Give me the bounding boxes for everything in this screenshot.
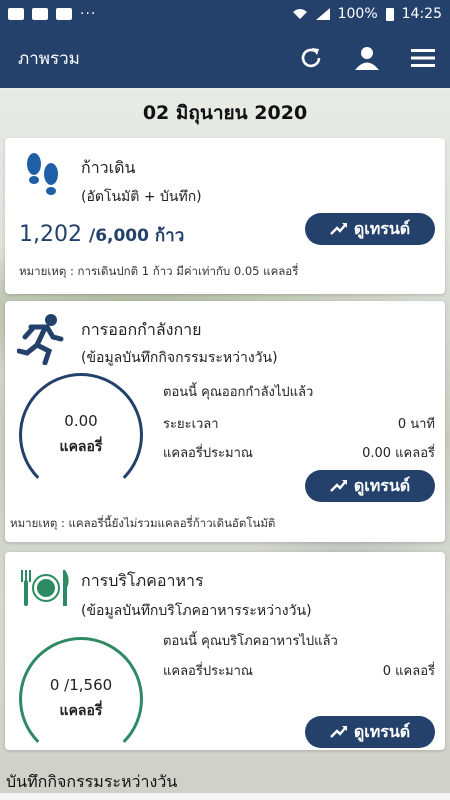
- status-bar: ··· 100% 14:25: [0, 0, 450, 28]
- food-trend-button[interactable]: ดูเทรนด์: [305, 716, 435, 748]
- trend-icon: [329, 223, 347, 235]
- exercise-card[interactable]: การออกกำลังกาย (ข้อมูลบันทึกกิจกรรมระหว่…: [5, 301, 445, 542]
- food-calorie-ring: 0 /1,560 แคลอรี่: [19, 637, 143, 761]
- menu-icon[interactable]: [410, 47, 436, 69]
- food-calorie-label: แคลอรี่ประมาณ: [163, 664, 253, 679]
- profile-icon[interactable]: [354, 45, 380, 71]
- exercise-calorie-value: 0.00: [64, 412, 98, 430]
- wifi-icon: [292, 9, 307, 19]
- daily-activity-section-title: บันทึกกิจกรรมระหว่างวัน: [6, 772, 178, 791]
- food-heading: ตอนนี้ คุณบริโภคอาหารไปแล้ว: [163, 634, 338, 649]
- duration-value: 0 นาที: [397, 417, 435, 432]
- plate-cutlery-icon: [21, 570, 69, 606]
- exercise-duration-row: ระยะเวลา 0 นาที: [163, 413, 435, 434]
- food-subtitle: (ข้อมูลบันทึกบริโภคอาหารระหว่างวัน): [81, 603, 312, 619]
- refresh-icon[interactable]: [298, 45, 324, 71]
- food-calorie-value: 0 /1,560: [49, 676, 113, 694]
- steps-trend-button[interactable]: ดูเทรนด์: [305, 213, 435, 245]
- signal-icon: [315, 8, 330, 20]
- exercise-calorie-unit: แคลอรี่: [59, 439, 103, 455]
- food-calorie-amount: 0 แคลอรี่: [382, 664, 435, 679]
- steps-card[interactable]: ก้าวเดิน (อัตโนมัติ + บันทึก) 1,202 /6,0…: [5, 138, 445, 294]
- bottom-divider: [0, 793, 450, 800]
- page-title: ภาพรวม: [18, 48, 80, 69]
- clock: 14:25: [401, 6, 442, 22]
- app-bar: ภาพรวม: [0, 28, 450, 88]
- trend-icon: [329, 726, 347, 738]
- battery-percent: 100%: [337, 6, 378, 22]
- steps-note: หมายเหตุ : การเดินปกติ 1 ก้าว มีค่าเท่าก…: [19, 264, 299, 278]
- trend-label: ดูเทรนด์: [353, 475, 411, 495]
- exercise-heading: ตอนนี้ คุณออกกำลังไปแล้ว: [163, 385, 314, 400]
- youtube-icon: [32, 8, 48, 20]
- more-notifications-icon: ···: [80, 6, 97, 22]
- trend-icon: [329, 480, 347, 492]
- calorie-value: 0.00 แคลอรี่: [362, 446, 435, 461]
- footprints-icon: [27, 153, 58, 195]
- calorie-label: แคลอรี่ประมาณ: [163, 446, 253, 461]
- food-calorie-row: แคลอรี่ประมาณ 0 แคลอรี่: [163, 660, 435, 681]
- trend-label: ดูเทรนด์: [353, 218, 411, 238]
- exercise-calorie-ring: 0.00 แคลอรี่: [19, 373, 143, 497]
- exercise-subtitle: (ข้อมูลบันทึกกิจกรรมระหว่างวัน): [81, 350, 278, 366]
- steps-title: ก้าวเดิน: [81, 158, 136, 177]
- food-calorie-unit: แคลอรี่: [59, 703, 103, 719]
- steps-current: 1,202: [19, 222, 82, 247]
- trend-label: ดูเทรนด์: [353, 721, 411, 741]
- food-title: การบริโภคอาหาร: [81, 571, 204, 590]
- current-date: 02 มิถุนายน 2020: [142, 102, 308, 124]
- message-icon: [8, 8, 24, 20]
- exercise-note: หมายเหตุ : แคลอรี่นี้ยังไม่รวมแคลอรี่ก้า…: [10, 516, 276, 530]
- food-card[interactable]: การบริโภคอาหาร (ข้อมูลบันทึกบริโภคอาหารร…: [5, 552, 445, 761]
- duration-label: ระยะเวลา: [163, 417, 219, 432]
- exercise-title: การออกกำลังกาย: [81, 320, 202, 339]
- activity-icon: [56, 8, 72, 20]
- running-person-icon: [17, 314, 64, 365]
- battery-icon: [385, 7, 394, 21]
- exercise-trend-button[interactable]: ดูเทรนด์: [305, 470, 435, 502]
- steps-goal: /6,000 ก้าว: [88, 226, 185, 246]
- steps-count: 1,202 /6,000 ก้าว: [19, 222, 184, 249]
- steps-subtitle: (อัตโนมัติ + บันทึก): [81, 189, 202, 205]
- exercise-calorie-row: แคลอรี่ประมาณ 0.00 แคลอรี่: [163, 442, 435, 463]
